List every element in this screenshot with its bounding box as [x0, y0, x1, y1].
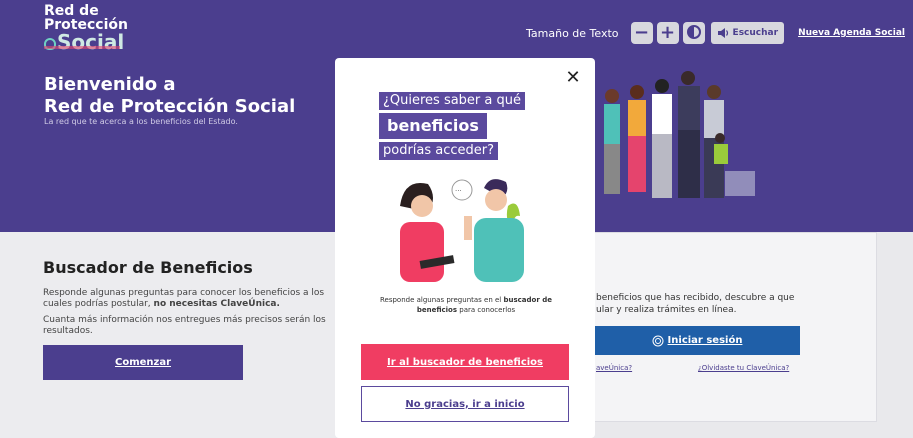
benefits-modal: ✕ ¿Quieres saber a qué beneficios podría… — [335, 58, 595, 438]
no-thanks-button[interactable]: No gracias, ir a inicio — [361, 386, 569, 422]
modal-question-line2: beneficios — [379, 113, 487, 139]
modal-question-line3: podrías acceder? — [379, 142, 499, 160]
modal-question-line1: ¿Quieres saber a qué — [379, 92, 525, 110]
modal-description: Responde algunas preguntas en el buscado… — [379, 296, 553, 314]
people-talking-illustration: ··· — [400, 179, 524, 282]
close-icon[interactable]: ✕ — [565, 69, 581, 87]
speech-bubble: ··· — [455, 187, 462, 195]
go-to-buscador-button[interactable]: Ir al buscador de beneficios — [361, 344, 569, 380]
